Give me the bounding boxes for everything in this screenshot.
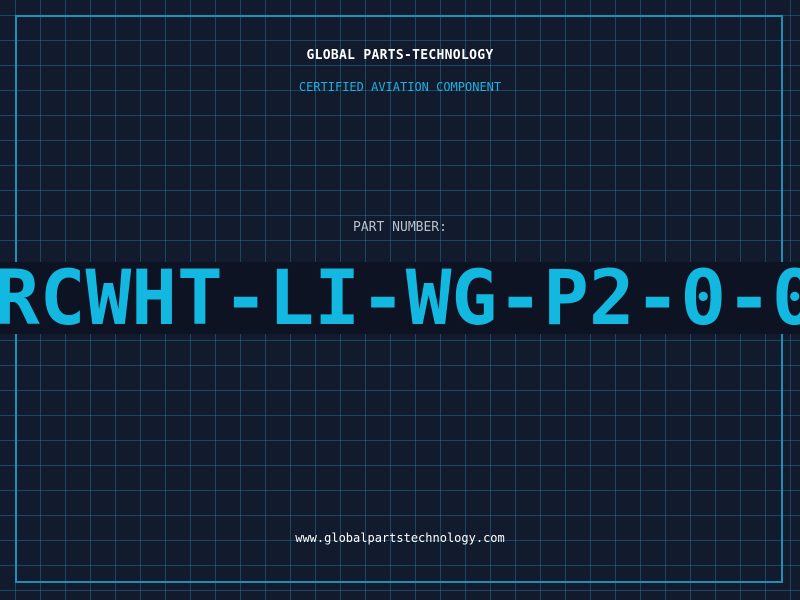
part-number-label: PART NUMBER: [353,220,447,235]
part-number-value: RCWHT-LI-WG-P2-0-0 [0,262,800,334]
company-name: GLOBAL PARTS-TECHNOLOGY [306,48,494,63]
website-url: www.globalpartstechnology.com [295,531,505,545]
part-number-band: RCWHT-LI-WG-P2-0-0 [0,262,800,334]
certificate-canvas: GLOBAL PARTS-TECHNOLOGY CERTIFIED AVIATI… [0,0,800,600]
certification-subtitle: CERTIFIED AVIATION COMPONENT [298,80,502,94]
